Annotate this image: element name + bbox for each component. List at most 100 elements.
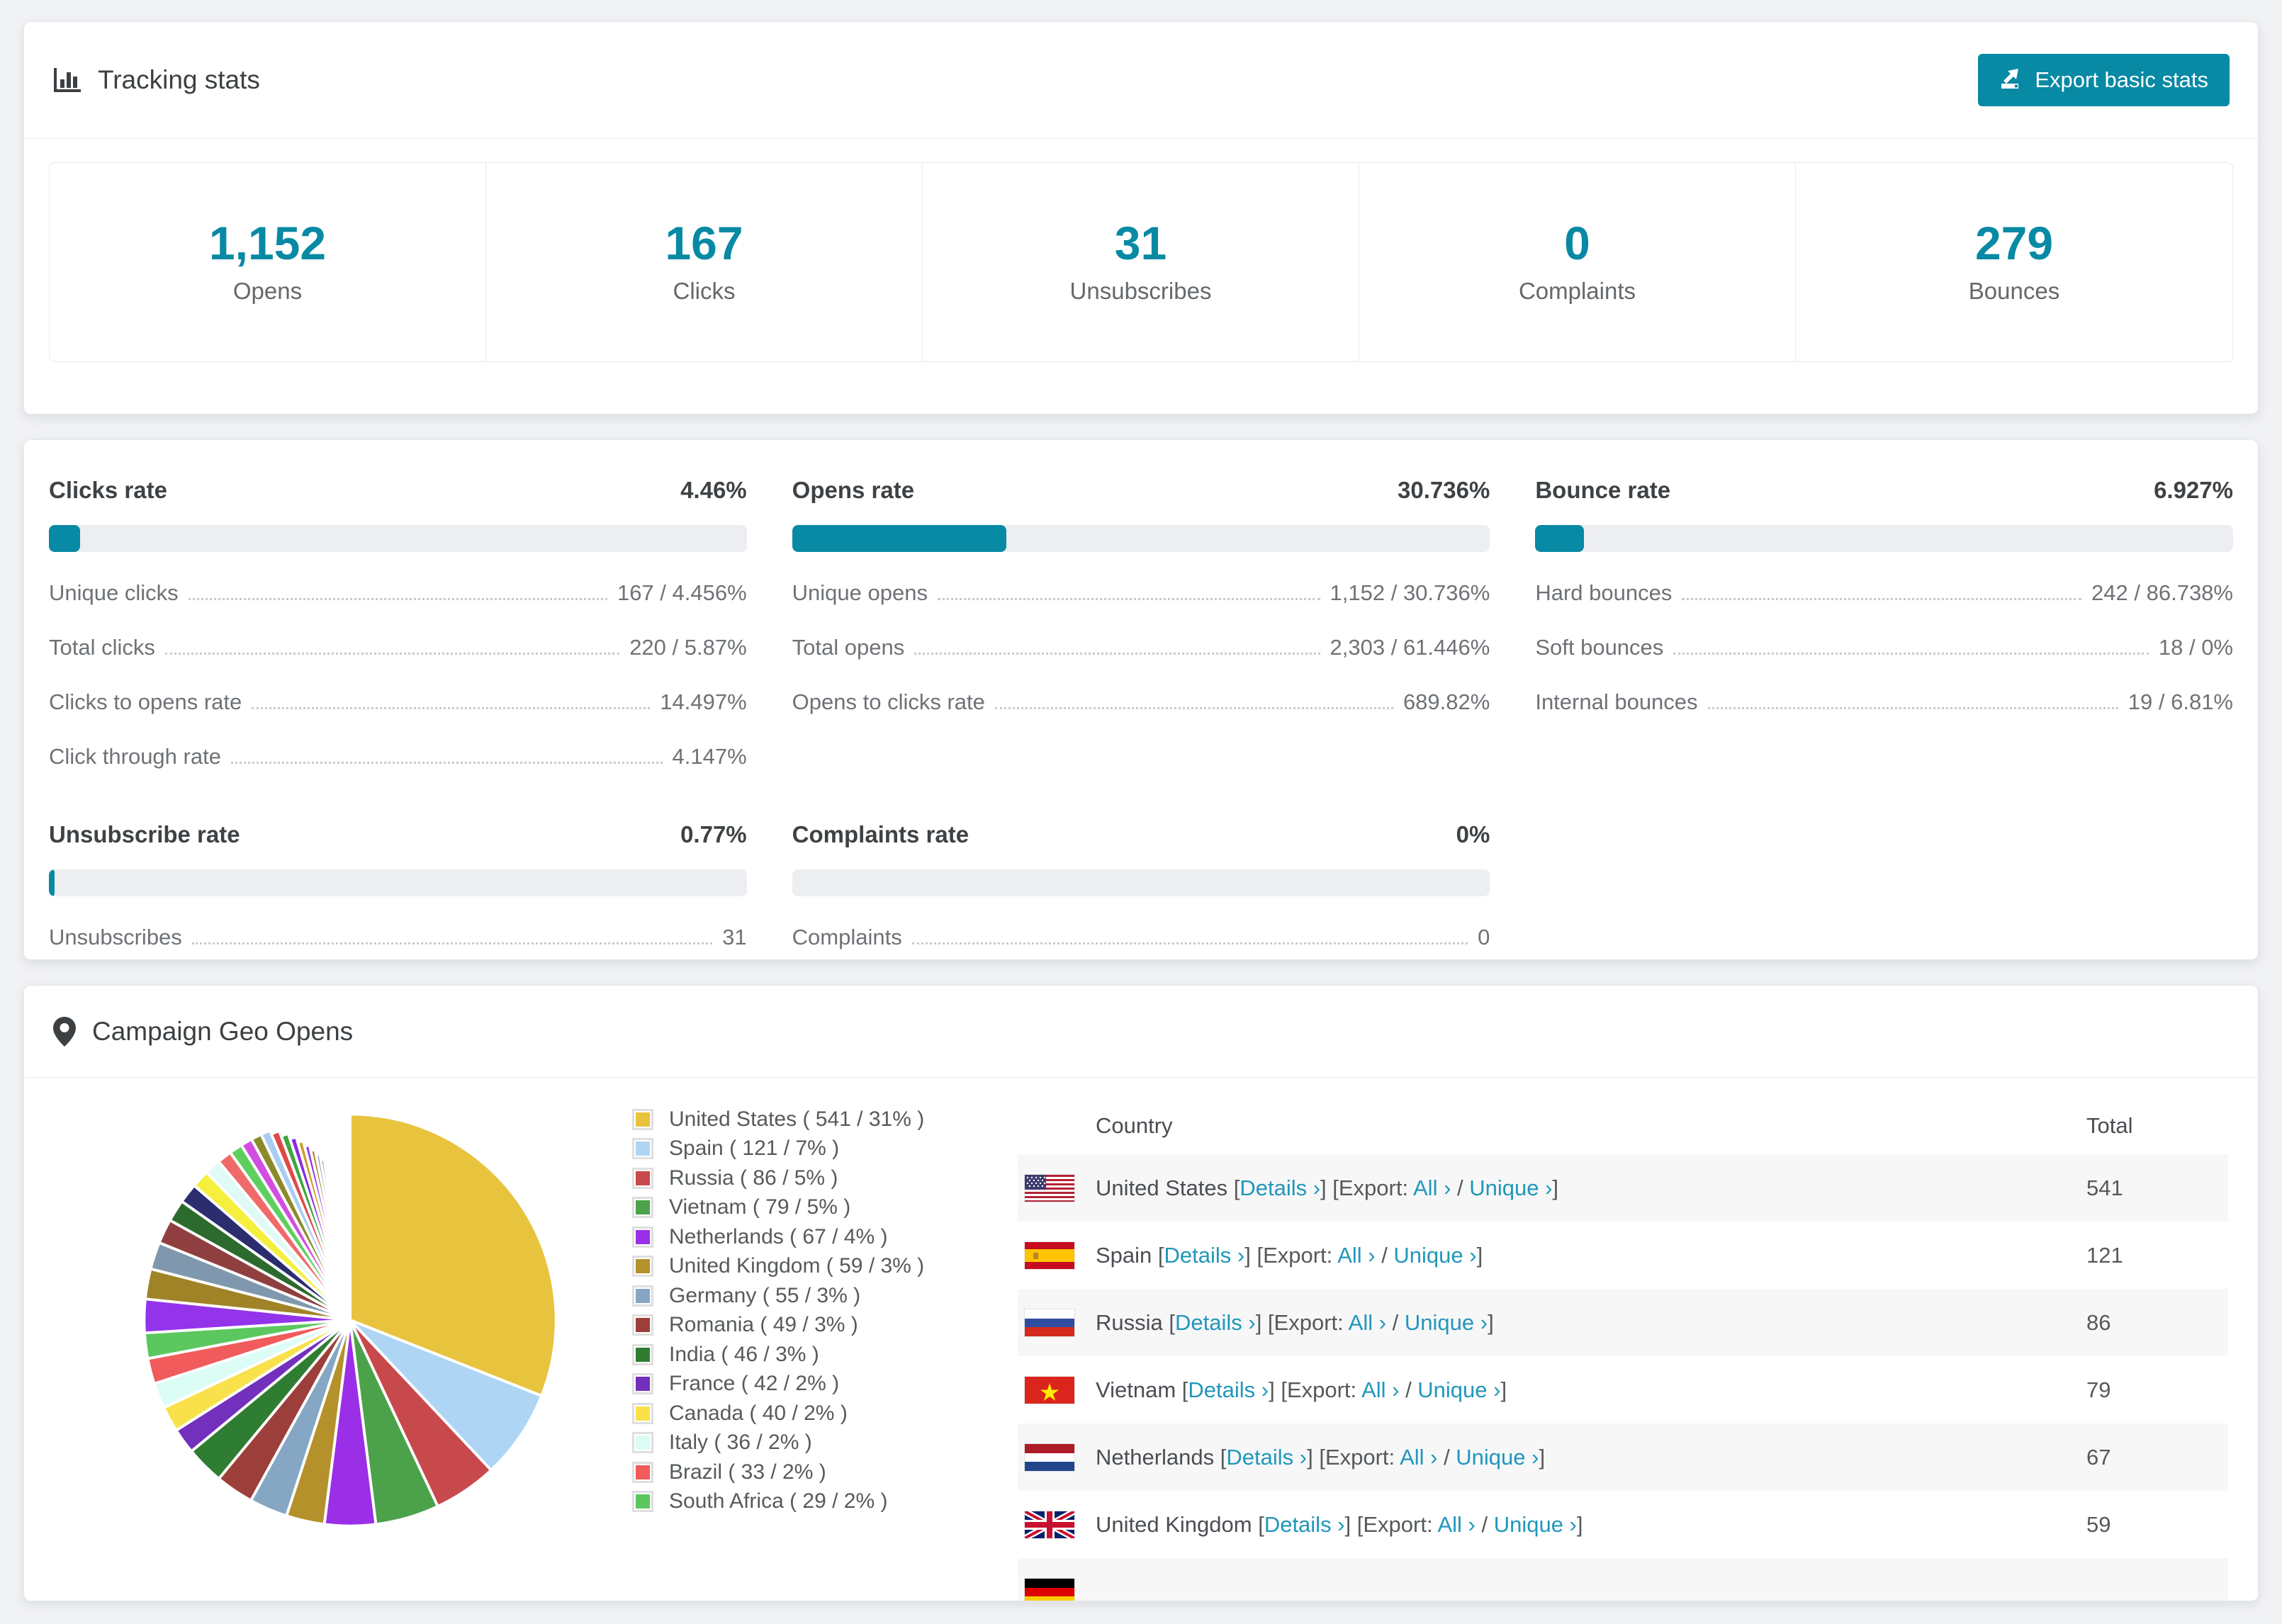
- legend-label: United States ( 541 / 31% ): [669, 1107, 925, 1131]
- rate-row-value: 18 / 0%: [2158, 635, 2233, 660]
- rate-section: Bounce rate 6.927% Hard bounces 242 / 86…: [1535, 477, 2233, 770]
- details-link[interactable]: Details ›: [1264, 1512, 1345, 1537]
- rates-grid: Clicks rate 4.46% Unique clicks 167 / 4.…: [49, 477, 2233, 951]
- legend-item: France ( 42 / 2% ): [632, 1370, 972, 1399]
- export-all-link[interactable]: All ›: [1437, 1512, 1475, 1537]
- export-unique-link[interactable]: Unique ›: [1393, 1243, 1476, 1268]
- rate-progress-bar: [792, 525, 1490, 552]
- bracket: [: [1258, 1511, 1264, 1537]
- legend-swatch: [632, 1285, 653, 1307]
- export-unique-link[interactable]: Unique ›: [1417, 1377, 1500, 1402]
- export-all-link[interactable]: All ›: [1413, 1175, 1451, 1200]
- rate-row-label: Clicks to opens rate: [49, 689, 242, 714]
- details-link[interactable]: Details ›: [1226, 1445, 1307, 1470]
- rate-progress-bar: [49, 525, 747, 552]
- tracking-stats-card: Tracking stats Export basic stats 1,152: [23, 21, 2259, 415]
- rate-row-value: 689.82%: [1403, 689, 1490, 714]
- details-link[interactable]: Details ›: [1188, 1377, 1269, 1402]
- export-unique-link[interactable]: Unique ›: [1456, 1445, 1539, 1470]
- legend-label: Brazil ( 33 / 2% ): [669, 1460, 826, 1484]
- export-all-link[interactable]: All ›: [1349, 1310, 1386, 1335]
- geo-table-row: Russia [Details ›] [Export: All › / Uniq…: [1018, 1289, 2228, 1356]
- big-stat-cell: 167 Clicks: [486, 163, 923, 361]
- details-link[interactable]: Details ›: [1240, 1175, 1320, 1200]
- geo-table-row: United States [Details ›] [Export: All ›…: [1018, 1154, 2228, 1222]
- legend-label: India ( 46 / 3% ): [669, 1342, 819, 1366]
- legend-item: Italy ( 36 / 2% ): [632, 1428, 972, 1458]
- rate-row-label: Internal bounces: [1535, 689, 1698, 714]
- page-title: Tracking stats: [98, 65, 260, 94]
- geo-opens-title: Campaign Geo Opens: [92, 1016, 354, 1046]
- geo-pie-chart: [130, 1100, 570, 1540]
- export-all-link[interactable]: All ›: [1413, 1175, 1451, 1200]
- legend-item: Netherlands ( 67 / 4% ): [632, 1222, 972, 1252]
- legend-swatch: [632, 1108, 653, 1130]
- rate-row-label: Unique clicks: [49, 580, 179, 605]
- country-cell: Russia [Details ›] [Export: All › / Uniq…: [1096, 1310, 2086, 1336]
- export-label: ] [Export:: [1320, 1175, 1413, 1200]
- country-total: 79: [2086, 1377, 2111, 1402]
- geo-table-row: [1018, 1558, 2228, 1601]
- export-unique-link[interactable]: Unique ›: [1469, 1175, 1552, 1200]
- rate-title: Clicks rate: [49, 477, 167, 503]
- rate-row-label: Opens to clicks rate: [792, 689, 985, 714]
- country-flag: [1018, 1309, 1096, 1336]
- rate-row-label: Click through rate: [49, 744, 221, 769]
- export-all-link[interactable]: All ›: [1337, 1243, 1375, 1268]
- rate-detail-row: Unique opens 1,152 / 30.736%: [792, 580, 1490, 607]
- export-all-link[interactable]: All ›: [1361, 1377, 1399, 1402]
- export-unique-link[interactable]: Unique ›: [1417, 1377, 1500, 1402]
- rate-detail-row: Clicks to opens rate 14.497%: [49, 689, 747, 716]
- legend-swatch: [632, 1226, 653, 1248]
- rate-detail-row: Total clicks 220 / 5.87%: [49, 635, 747, 661]
- country-total: 59: [2086, 1511, 2111, 1537]
- stat-value: 1,152: [208, 217, 327, 269]
- details-link[interactable]: Details ›: [1188, 1377, 1269, 1402]
- dotted-leader: [191, 942, 713, 944]
- map-pin-icon: [52, 1016, 77, 1047]
- rate-value: 30.736%: [1398, 477, 1490, 503]
- details-link[interactable]: Details ›: [1240, 1175, 1320, 1200]
- rate-detail-row: Unsubscribes 31: [49, 925, 747, 951]
- rate-row-value: 220 / 5.87%: [629, 635, 747, 660]
- export-unique-link[interactable]: Unique ›: [1405, 1310, 1488, 1335]
- details-link[interactable]: Details ›: [1164, 1243, 1245, 1268]
- export-all-link[interactable]: All ›: [1400, 1445, 1437, 1470]
- country-total: 86: [2086, 1309, 2111, 1335]
- export-unique-link[interactable]: Unique ›: [1393, 1243, 1476, 1268]
- export-unique-link[interactable]: Unique ›: [1405, 1310, 1488, 1335]
- total-column-header: Total: [2086, 1113, 2133, 1138]
- rate-row-label: Soft bounces: [1535, 635, 1664, 660]
- details-link[interactable]: Details ›: [1164, 1243, 1245, 1268]
- details-link[interactable]: Details ›: [1226, 1445, 1307, 1470]
- details-link[interactable]: Details ›: [1175, 1310, 1256, 1335]
- export-label: ] [Export:: [1269, 1377, 1362, 1402]
- export-all-link[interactable]: All ›: [1400, 1445, 1437, 1470]
- details-link[interactable]: Details ›: [1264, 1512, 1345, 1537]
- rate-row-value: 31: [722, 925, 747, 949]
- rate-progress-bar: [792, 869, 1490, 896]
- legend-label: Spain ( 121 / 7% ): [669, 1137, 840, 1161]
- rate-section: Opens rate 30.736% Unique opens 1,152 / …: [792, 477, 1490, 770]
- details-link[interactable]: Details ›: [1175, 1310, 1256, 1335]
- export-basic-stats-button[interactable]: Export basic stats: [1978, 54, 2230, 106]
- legend-item: Canada ( 40 / 2% ): [632, 1399, 972, 1428]
- geo-country-table: Country Total United States [Details ›] …: [1018, 1098, 2228, 1601]
- legend-label: Germany ( 55 / 3% ): [669, 1283, 861, 1307]
- export-unique-link[interactable]: Unique ›: [1456, 1445, 1539, 1470]
- export-all-link[interactable]: All ›: [1349, 1310, 1386, 1335]
- export-all-link[interactable]: All ›: [1437, 1512, 1475, 1537]
- country-flag: [1018, 1511, 1096, 1538]
- rate-row-value: 242 / 86.738%: [2091, 580, 2233, 605]
- export-all-link[interactable]: All ›: [1337, 1243, 1375, 1268]
- export-unique-link[interactable]: Unique ›: [1494, 1512, 1577, 1537]
- country-name: United States: [1096, 1175, 1234, 1200]
- big-stat-cell: 0 Complaints: [1359, 163, 1796, 361]
- rate-progress-fill: [1535, 525, 1584, 552]
- export-unique-link[interactable]: Unique ›: [1494, 1512, 1577, 1537]
- rate-detail-row: Hard bounces 242 / 86.738%: [1535, 580, 2233, 607]
- bracket: ]: [1500, 1377, 1507, 1402]
- export-all-link[interactable]: All ›: [1361, 1377, 1399, 1402]
- rate-section: Unsubscribe rate 0.77% Unsubscribes 31: [49, 821, 747, 951]
- export-unique-link[interactable]: Unique ›: [1469, 1175, 1552, 1200]
